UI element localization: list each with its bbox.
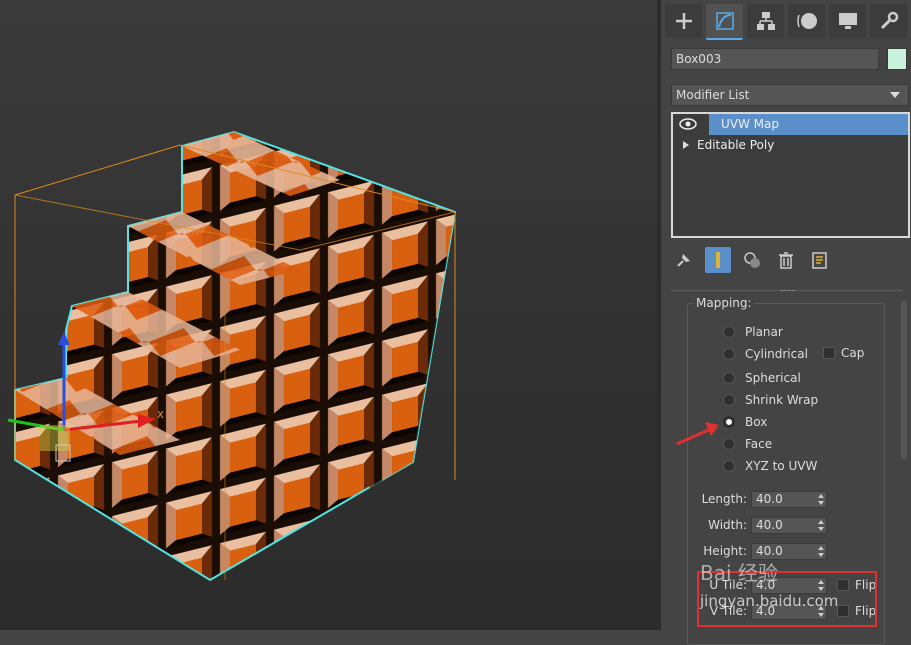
pin-icon [677,254,690,267]
length-param: Length: 40.0 [701,490,827,508]
stack-item-uvw-map[interactable]: UVW Map [709,114,908,135]
radio-box[interactable]: Box [723,413,767,431]
monitor-icon [838,13,857,29]
create-tab[interactable] [665,4,702,38]
watermark-logo: Bai 经验 [700,561,778,585]
modify-tab[interactable] [706,4,743,40]
chevron-down-icon [890,92,900,98]
display-tab[interactable] [829,4,866,38]
motion-tab[interactable] [788,4,825,38]
object-color-swatch[interactable] [887,48,907,70]
mapping-title: Mapping: [693,296,755,310]
utilities-tab[interactable] [870,4,907,38]
radio-button[interactable] [723,394,735,406]
stack-item-editable-poly[interactable]: Editable Poly [673,135,908,156]
height-label: Height: [703,544,747,558]
panel-scrollbar[interactable] [901,300,907,460]
spinner-arrows-icon[interactable] [818,493,824,505]
remove-modifier-button[interactable] [773,247,799,273]
radio-button[interactable] [723,460,735,472]
3d-scene: X [7,130,457,582]
stack-item-label: Editable Poly [697,138,775,152]
radio-label: Face [745,437,773,451]
radio-label: Spherical [745,371,801,385]
radio-cylindrical[interactable]: Cylindrical [723,345,808,363]
configure-sets-icon [812,252,827,269]
length-label: Length: [701,492,747,506]
radio-button[interactable] [723,348,735,360]
motion-sphere-icon [796,13,817,29]
width-param: Width: 40.0 [701,516,827,534]
command-panel: Box003 Modifier List UVW Map Editable Po… [657,0,911,645]
length-spinner[interactable]: 40.0 [751,490,827,508]
radio-face[interactable]: Face [723,435,772,453]
cap-label: Cap [841,346,865,360]
radio-button[interactable] [723,372,735,384]
spinner-arrows-icon[interactable] [818,545,824,557]
radio-button[interactable] [723,326,735,338]
pin-stack-button[interactable] [671,247,697,273]
modifier-list-label: Modifier List [676,88,750,102]
modify-curve-icon [715,12,734,30]
rollout-grip[interactable] [781,290,795,294]
hierarchy-tab[interactable] [747,4,784,38]
object-name-field[interactable]: Box003 [671,48,879,70]
radio-label: Box [745,415,768,429]
plus-icon [675,13,692,29]
stack-toolbar [671,246,833,274]
radio-xyz-to-uvw[interactable]: XYZ to UVW [723,457,817,475]
radio-button[interactable] [723,438,735,450]
x-axis-label: X [157,410,164,421]
watermark-url: jingyan.baidu.com [700,592,839,610]
make-unique-icon [744,252,760,268]
radio-spherical[interactable]: Spherical [723,369,801,387]
red-pointer-arrow [676,422,719,446]
width-spinner[interactable]: 40.0 [751,516,827,534]
show-end-result-button[interactable] [705,247,731,273]
configure-modifier-sets-button[interactable] [807,247,833,273]
radio-label: Cylindrical [745,347,808,361]
expand-arrow-icon[interactable] [683,141,689,149]
eye-icon[interactable] [679,117,697,131]
spinner-arrows-icon[interactable] [818,519,824,531]
height-value: 40.0 [756,543,783,558]
modifier-list-dropdown[interactable]: Modifier List [671,84,909,106]
wrench-icon [880,11,898,30]
length-value: 40.0 [756,491,783,506]
radio-shrink-wrap[interactable]: Shrink Wrap [723,391,818,409]
radio-label: XYZ to UVW [745,459,818,473]
viewport[interactable]: X [0,0,657,630]
command-panel-tabs [665,4,907,40]
radio-label: Planar [745,325,783,339]
width-value: 40.0 [756,517,783,532]
hierarchy-icon [756,12,775,30]
width-label: Width: [708,518,747,532]
make-unique-button[interactable] [739,247,765,273]
radio-planar[interactable]: Planar [723,323,783,341]
radio-label: Shrink Wrap [745,393,819,407]
show-end-result-icon [716,252,720,268]
cap-checkbox[interactable] [823,347,835,359]
radio-button-selected[interactable] [723,416,735,428]
modifier-stack[interactable]: UVW Map Editable Poly [671,112,910,238]
trash-icon [779,252,793,269]
